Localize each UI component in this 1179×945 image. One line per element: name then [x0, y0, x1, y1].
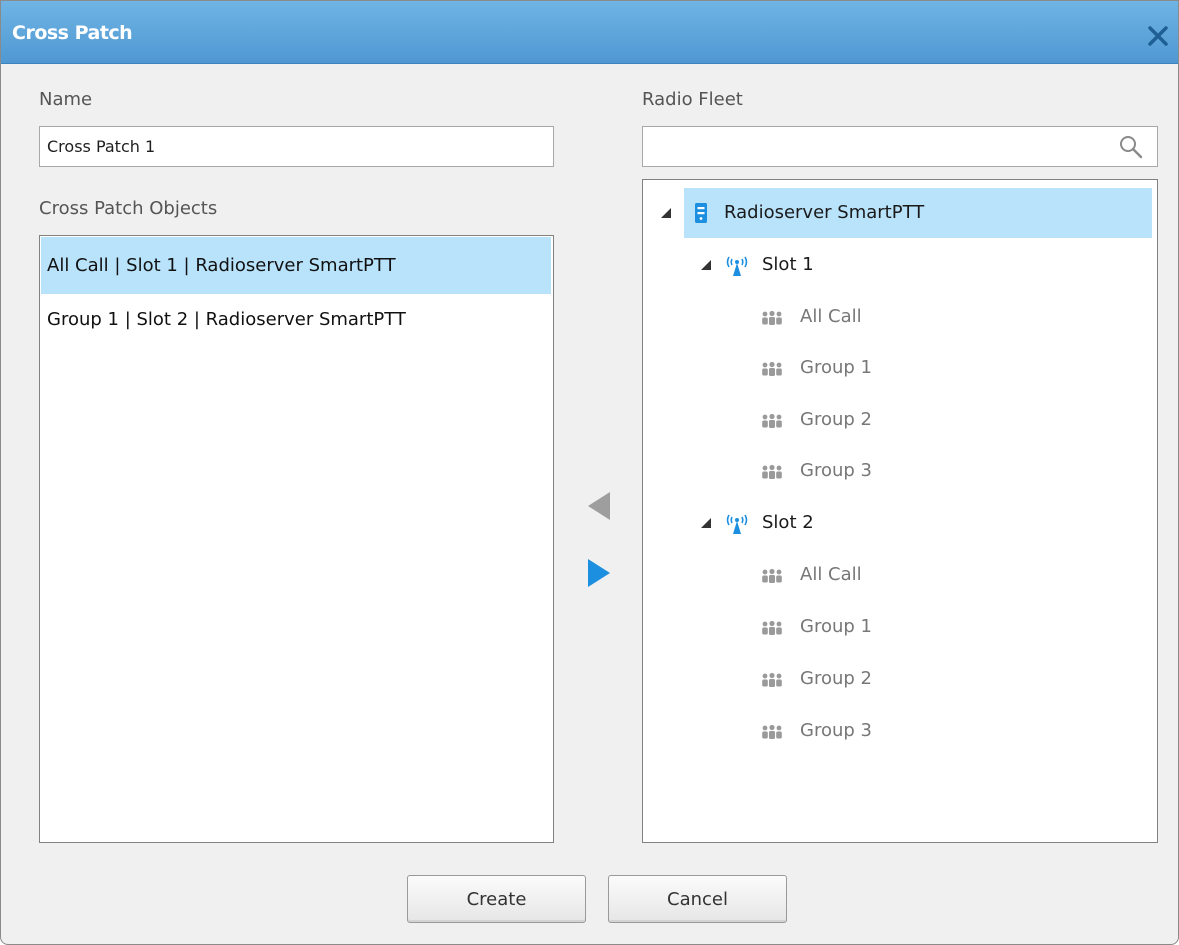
tree-leaf-label: Group 3 — [800, 460, 872, 481]
add-to-patch-button[interactable] — [584, 556, 614, 590]
tree-leaf-group[interactable]: Group 2 — [761, 395, 1061, 445]
cancel-button[interactable]: Cancel — [608, 875, 787, 923]
tree-node-slot-1[interactable]: Slot 1 — [699, 240, 1139, 290]
list-item-label: Group 1 | Slot 2 | Radioserver SmartPTT — [47, 309, 406, 330]
tree-node-slot-2[interactable]: Slot 2 — [699, 498, 1139, 548]
expand-triangle-icon[interactable] — [699, 516, 713, 530]
tree-node-label: Slot 2 — [762, 512, 814, 533]
create-button[interactable]: Create — [407, 875, 586, 923]
radio-fleet-label: Radio Fleet — [642, 89, 743, 110]
tree-leaf-label: Group 1 — [800, 357, 872, 378]
tree-leaf-group[interactable]: Group 3 — [761, 706, 1061, 756]
cross-patch-objects-list[interactable]: All Call | Slot 1 | Radioserver SmartPTT… — [39, 235, 554, 843]
tree-leaf-label: All Call — [800, 564, 862, 585]
tree-node-radioserver[interactable]: Radioserver SmartPTT — [661, 188, 1152, 238]
name-label: Name — [39, 89, 93, 110]
tree-node-label: Slot 1 — [762, 254, 814, 275]
tree-leaf-label: Group 3 — [800, 720, 872, 741]
tree-leaf-group[interactable]: Group 2 — [761, 654, 1061, 704]
group-icon — [762, 568, 782, 583]
group-icon — [762, 361, 782, 376]
group-icon — [762, 620, 782, 635]
group-icon — [762, 724, 782, 739]
group-icon — [762, 464, 782, 479]
close-icon — [1148, 26, 1168, 46]
group-icon — [762, 413, 782, 428]
list-item-label: All Call | Slot 1 | Radioserver SmartPTT — [47, 255, 396, 276]
tree-leaf-label: Group 2 — [800, 668, 872, 689]
tree-leaf-group[interactable]: Group 1 — [761, 343, 1061, 393]
tree-leaf-group[interactable]: Group 3 — [761, 446, 1061, 496]
list-item[interactable]: Group 1 | Slot 2 | Radioserver SmartPTT — [41, 294, 551, 346]
radio-fleet-tree[interactable]: Radioserver SmartPTT Slot 1 All Call Gro… — [642, 179, 1158, 843]
list-item[interactable]: All Call | Slot 1 | Radioserver SmartPTT — [41, 237, 551, 294]
search-icon[interactable] — [1118, 134, 1144, 160]
tree-leaf-label: All Call — [800, 306, 862, 327]
group-icon — [762, 672, 782, 687]
tree-leaf-label: Group 1 — [800, 616, 872, 637]
close-button[interactable] — [1141, 19, 1175, 53]
tree-leaf-group[interactable]: All Call — [761, 292, 1061, 342]
tree-leaf-group[interactable]: All Call — [761, 550, 1061, 600]
expand-triangle-icon[interactable] — [659, 206, 673, 220]
radio-tower-icon — [726, 256, 748, 276]
tree-leaf-label: Group 2 — [800, 409, 872, 430]
cross-patch-objects-label: Cross Patch Objects — [39, 198, 218, 219]
cross-patch-dialog: Cross Patch Name Cross Patch Objects All… — [0, 0, 1179, 945]
radio-tower-icon — [726, 514, 748, 534]
radioserver-icon — [695, 203, 707, 223]
arrow-left-icon — [588, 492, 610, 520]
dialog-title: Cross Patch — [12, 22, 133, 44]
tree-node-label: Radioserver SmartPTT — [724, 202, 925, 223]
name-field[interactable] — [39, 126, 554, 167]
remove-from-patch-button[interactable] — [584, 489, 614, 523]
group-icon — [762, 310, 782, 325]
radio-fleet-search-input[interactable] — [642, 126, 1158, 167]
arrow-right-icon — [588, 559, 610, 587]
tree-leaf-group[interactable]: Group 1 — [761, 602, 1061, 652]
expand-triangle-icon[interactable] — [699, 258, 713, 272]
title-bar[interactable]: Cross Patch — [1, 1, 1178, 64]
